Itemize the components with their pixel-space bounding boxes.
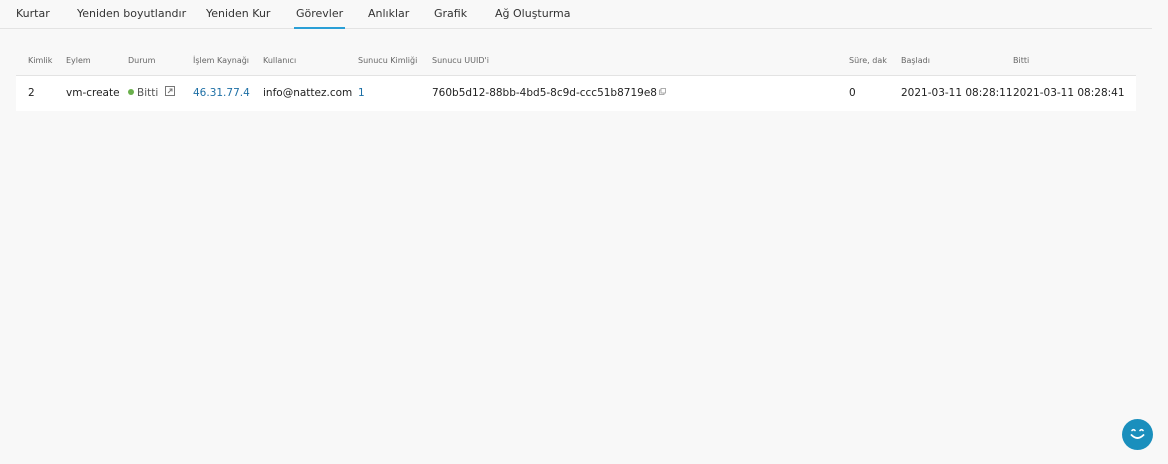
header-duration: Süre, dak (849, 56, 887, 65)
tab-reinstall[interactable]: Yeniden Kur (206, 7, 270, 20)
cell-action: vm-create (66, 87, 120, 99)
header-source: İşlem Kaynağı (193, 56, 250, 65)
cell-user: info@nattez.com (263, 87, 353, 99)
status-label: Bitti (137, 87, 159, 99)
cell-started: 2021-03-11 08:28:11 (901, 87, 1013, 99)
tab-kurtar[interactable]: Kurtar (16, 7, 50, 20)
tab-tasks[interactable]: Görevler (293, 7, 346, 29)
status-dot-icon (128, 89, 134, 95)
server-id-link[interactable]: 1 (358, 87, 365, 99)
header-id: Kimlik (28, 56, 53, 65)
header-action: Eylem (66, 56, 91, 65)
chat-button[interactable] (1122, 419, 1153, 450)
tab-bar: Kurtar Yeniden boyutlandır Yeniden Kur G… (0, 0, 1152, 29)
tab-graph[interactable]: Grafik (434, 7, 467, 20)
chat-smile-icon (1130, 428, 1145, 439)
header-finished: Bitti (1013, 56, 1030, 65)
expand-icon[interactable] (164, 85, 176, 97)
tab-snapshots[interactable]: Anlıklar (368, 7, 409, 20)
header-server-uuid: Sunucu UUID'i (432, 56, 489, 65)
header-status: Durum (128, 56, 156, 65)
header-started: Başladı (901, 56, 930, 65)
tab-networking[interactable]: Ağ Oluşturma (495, 7, 571, 20)
cell-id: 2 (28, 87, 35, 99)
table-header: Kimlik Eylem Durum İşlem Kaynağı Kullanı… (16, 48, 1136, 76)
server-uuid-text: 760b5d12-88bb-4bd5-8c9d-ccc51b8719e8 (432, 87, 657, 99)
source-ip-link[interactable]: 46.31.77.4 (193, 87, 250, 99)
tab-resize[interactable]: Yeniden boyutlandır (77, 7, 186, 20)
cell-server-uuid: 760b5d12-88bb-4bd5-8c9d-ccc51b8719e8 (432, 87, 666, 99)
status-expand-cell (164, 86, 176, 101)
tasks-table: Kimlik Eylem Durum İşlem Kaynağı Kullanı… (16, 48, 1136, 111)
cell-finished: 2021-03-11 08:28:41 (1013, 87, 1125, 99)
table-row[interactable]: 2 vm-create Bitti 46.31.77.4 info@nattez… (16, 76, 1136, 111)
cell-duration: 0 (849, 87, 856, 99)
cell-status: Bitti (128, 87, 158, 99)
header-server-id: Sunucu Kimliği (358, 56, 418, 65)
header-user: Kullanıcı (263, 56, 297, 65)
copy-icon[interactable] (659, 88, 666, 95)
